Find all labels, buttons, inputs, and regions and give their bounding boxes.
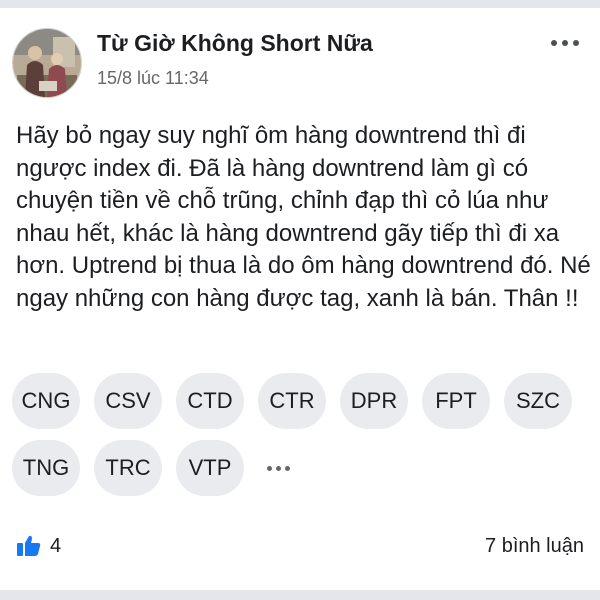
- stock-tag[interactable]: FPT: [422, 373, 490, 429]
- tag-row-2: TNG TRC VTP: [12, 440, 298, 496]
- more-tags-button[interactable]: [258, 440, 298, 496]
- more-tags-icon: [266, 465, 272, 471]
- tag-row-1: CNG CSV CTD CTR DPR FPT SZC: [12, 373, 572, 429]
- thumbs-up-icon: [17, 535, 41, 556]
- more-dots-icon: [551, 40, 557, 46]
- top-divider: [0, 0, 600, 8]
- more-dot: [573, 40, 579, 46]
- stock-tag[interactable]: CSV: [94, 373, 162, 429]
- avatar[interactable]: [12, 28, 82, 98]
- more-options-button[interactable]: [546, 28, 584, 58]
- bottom-divider: [0, 590, 600, 600]
- stock-tag[interactable]: TNG: [12, 440, 80, 496]
- stock-tag[interactable]: SZC: [504, 373, 572, 429]
- stock-tag[interactable]: CNG: [12, 373, 80, 429]
- like-count: 4: [50, 534, 62, 557]
- comment-count-link[interactable]: 7 bình luận: [485, 535, 584, 558]
- more-dot: [562, 40, 568, 46]
- stock-tag[interactable]: DPR: [340, 373, 408, 429]
- avatar-image: [13, 29, 81, 97]
- stock-tag[interactable]: CTR: [258, 373, 326, 429]
- stock-tag[interactable]: CTD: [176, 373, 244, 429]
- post-body-text: Hãy bỏ ngay suy nghĩ ôm hàng downtrend t…: [16, 122, 591, 312]
- more-tags-dot: [284, 465, 290, 471]
- stock-tag[interactable]: TRC: [94, 440, 162, 496]
- facebook-post: Từ Giờ Không Short Nữa 15/8 lúc 11:34 Hã…: [0, 0, 600, 600]
- more-tags-dot: [275, 465, 281, 471]
- reaction-summary[interactable]: 4: [16, 533, 61, 559]
- post-timestamp[interactable]: 15/8 lúc 11:34: [97, 68, 209, 89]
- author-name[interactable]: Từ Giờ Không Short Nữa: [97, 30, 373, 57]
- stock-tag[interactable]: VTP: [176, 440, 244, 496]
